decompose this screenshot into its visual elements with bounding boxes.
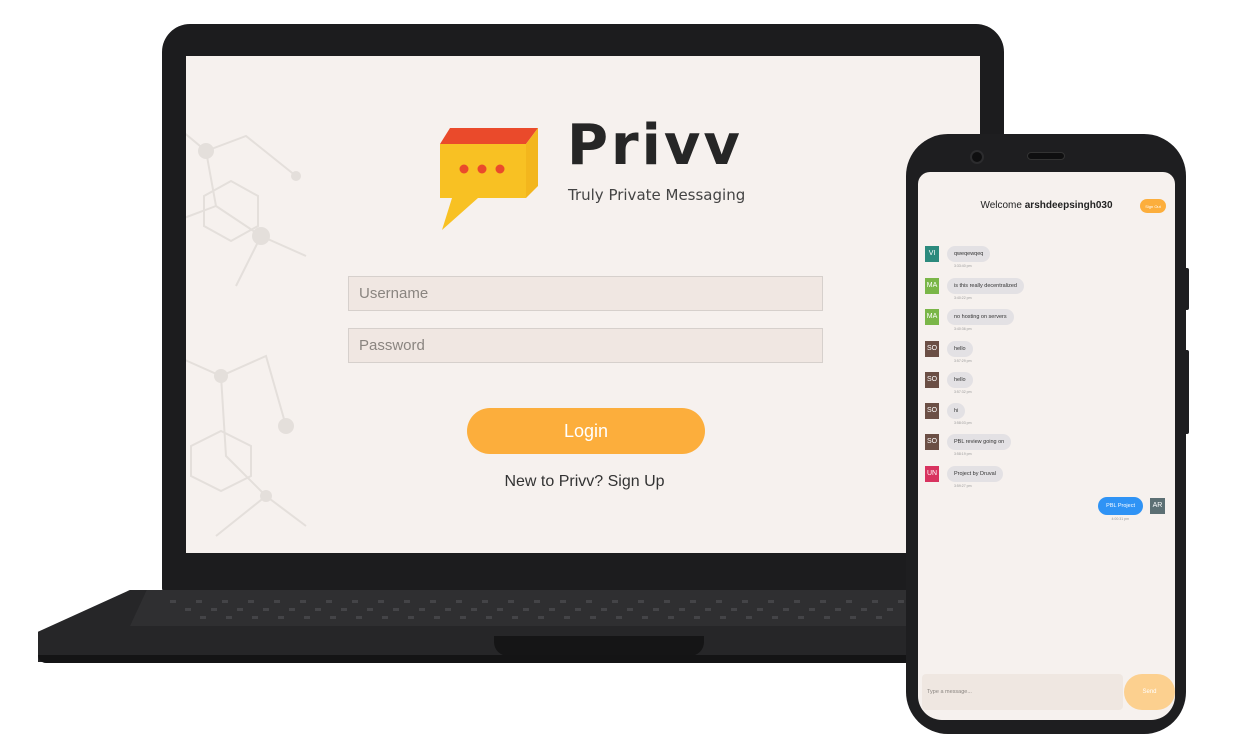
avatar: SO <box>925 434 939 450</box>
message-bubble: hello <box>947 372 973 388</box>
avatar: UN <box>925 466 939 482</box>
phone-screen: Welcome arshdeepsingh030 Sign Out VI qwe… <box>918 172 1175 720</box>
signup-link[interactable]: New to Privv? Sign Up <box>186 473 980 491</box>
message-bubble: hi <box>947 403 966 419</box>
own-avatar: AR <box>1150 498 1165 514</box>
brand-tagline: Truly Private Messaging <box>568 186 746 204</box>
message-time: 3:59:27 pm <box>954 484 972 488</box>
device-mockup-stage: Privv Truly Private Messaging Login New … <box>0 0 1258 739</box>
avatar: MA <box>925 278 939 294</box>
send-button[interactable]: Send <box>1124 674 1175 710</box>
message-input[interactable] <box>922 674 1123 710</box>
message-bubble: hello <box>947 341 973 357</box>
message-bubble: no hosting on servers <box>947 309 1014 325</box>
current-username: arshdeepsingh030 <box>1024 200 1113 211</box>
message-bubble: Project by Druval <box>947 466 1003 482</box>
avatar: SO <box>925 341 939 357</box>
own-message-bubble: PBL Project <box>1098 497 1143 515</box>
avatar: SO <box>925 403 939 419</box>
laptop-screen: Privv Truly Private Messaging Login New … <box>186 56 980 553</box>
message-bubble: is this really decentralized <box>947 278 1024 294</box>
message-time: 3:40:22 pm <box>954 296 972 300</box>
brand-name: Privv <box>567 113 743 178</box>
welcome-label: Welcome <box>980 200 1022 211</box>
message-bubble: qweqewqeq <box>947 246 991 262</box>
privv-logo-icon <box>440 128 538 230</box>
message-time: 3:57:29 pm <box>954 359 972 363</box>
laptop-foot <box>38 655 1058 663</box>
phone-camera <box>970 150 984 164</box>
sign-out-button[interactable]: Sign Out <box>1140 199 1166 213</box>
message-time: 3:58:03 pm <box>954 421 972 425</box>
keyboard-row <box>185 608 915 611</box>
welcome-header: Welcome arshdeepsingh030 <box>918 200 1175 211</box>
own-message-time: 4:00:31 pm <box>1111 517 1129 521</box>
username-input[interactable] <box>348 276 823 311</box>
phone-speaker <box>1027 152 1065 160</box>
avatar: SO <box>925 372 939 388</box>
message-time: 3:33:40 pm <box>954 264 972 268</box>
message-time: 3:58:19 pm <box>954 452 972 456</box>
password-input[interactable] <box>348 328 823 363</box>
message-time: 3:40:36 pm <box>954 327 972 331</box>
avatar: MA <box>925 309 939 325</box>
message-time: 3:57:32 pm <box>954 390 972 394</box>
keyboard-row <box>170 600 930 603</box>
message-bubble: PBL review going on <box>947 434 1012 450</box>
laptop-hinge-notch <box>494 636 704 656</box>
keyboard-row <box>200 616 900 619</box>
own-message-item: PBL Project AR 4:00:31 pm <box>1045 497 1165 523</box>
login-button[interactable]: Login <box>467 408 705 454</box>
avatar: VI <box>925 246 939 262</box>
